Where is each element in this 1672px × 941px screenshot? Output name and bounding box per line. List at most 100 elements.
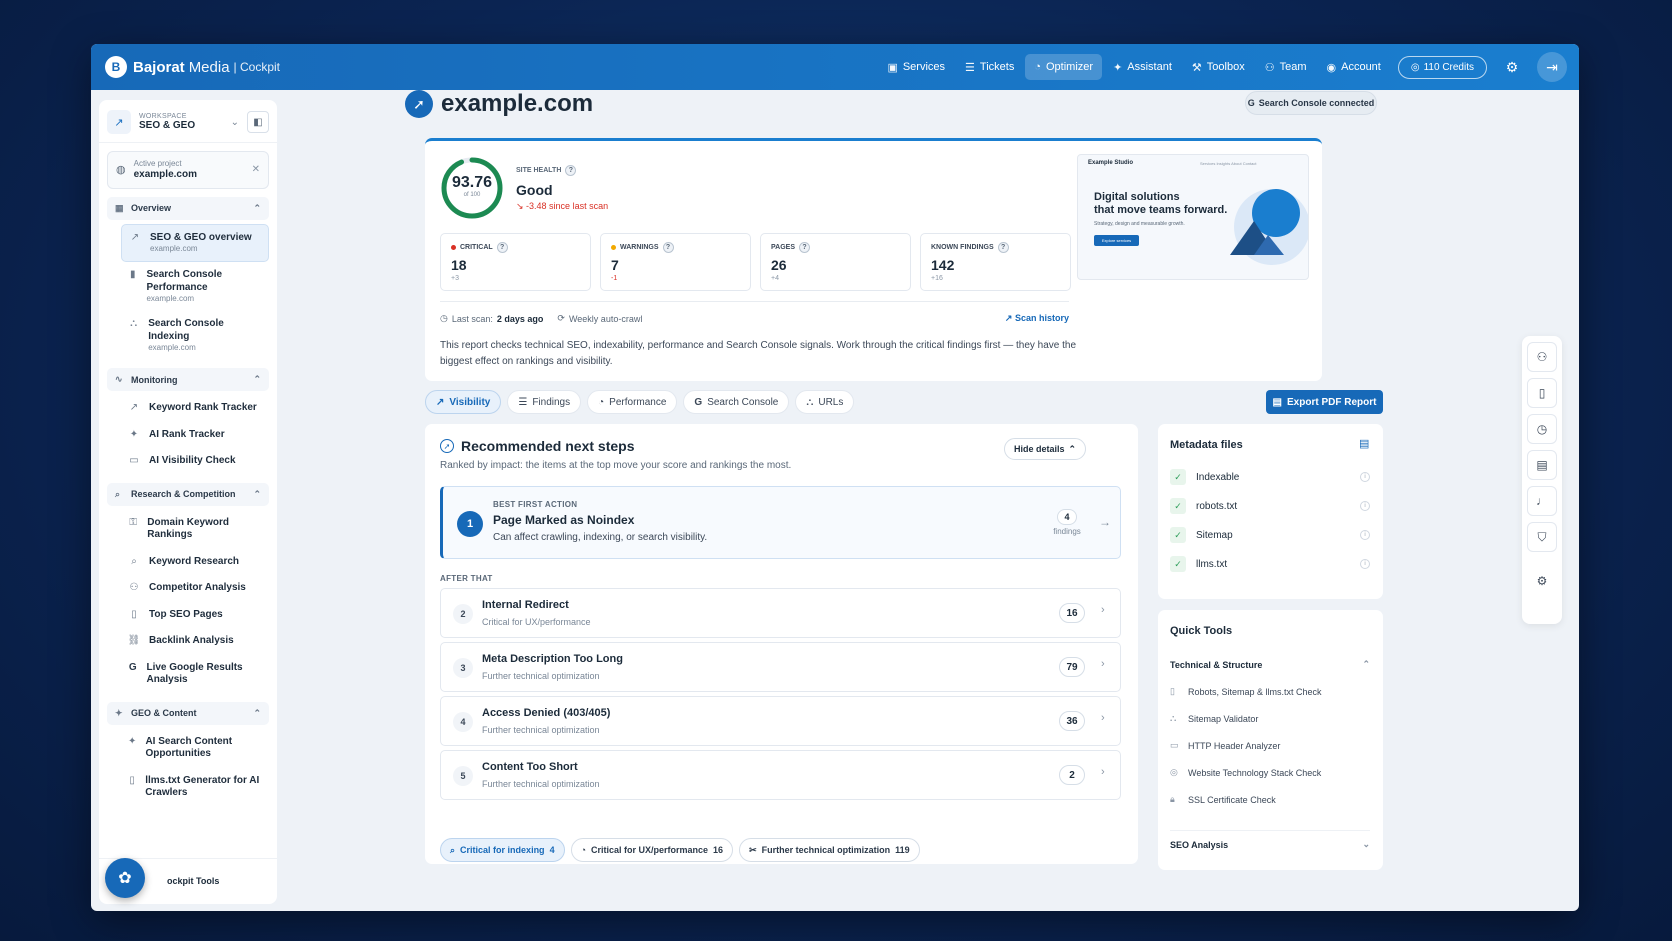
sidebar-footer-label[interactable]: ockpit Tools xyxy=(167,876,219,886)
tool-label: Robots, Sitemap & llms.txt Check xyxy=(1188,686,1322,697)
sidebar-item-backlink-analysis[interactable]: ⛓ Backlink Analysis xyxy=(121,628,269,655)
section-monitoring[interactable]: ∿ Monitoring ⌃ xyxy=(107,368,269,392)
info-icon[interactable]: i xyxy=(1360,472,1370,482)
stat-value: 26 xyxy=(771,257,787,273)
help-icon[interactable]: ? xyxy=(662,242,674,253)
sidebar-item-seo-geo-overview[interactable]: ↗ SEO & GEO overview example.com xyxy=(121,223,269,263)
settings-icon[interactable]: ⚙ xyxy=(1497,52,1527,82)
close-icon[interactable]: ✕ xyxy=(252,164,260,175)
info-icon[interactable]: i xyxy=(1360,530,1370,540)
nav-account[interactable]: ◉ Account xyxy=(1318,54,1390,81)
brand[interactable]: B Bajorat Media | Cockpit xyxy=(105,56,280,78)
row-sub: Further technical optimization xyxy=(482,779,600,789)
stat-known-findings[interactable]: KNOWN FINDINGS? 142 +16 xyxy=(920,233,1071,291)
nav-assistant[interactable]: ✦ Assistant xyxy=(1104,54,1181,81)
section-overview[interactable]: ▦ Overview ⌃ xyxy=(107,196,269,220)
main-nav: ▣ Services ☰ Tickets ◔ Optimizer ✦ Assistant… xyxy=(876,44,1579,90)
tickets-icon: ☰ xyxy=(965,61,975,74)
help-icon[interactable]: ? xyxy=(496,242,508,253)
active-project[interactable]: ◍ Active project example.com ✕ xyxy=(107,151,269,189)
sidebar-item-live-google-results[interactable]: G Live Google Results Analysis xyxy=(121,655,269,694)
after-that-label: AFTER THAT xyxy=(440,574,493,583)
group-seo-analysis[interactable]: SEO Analysis ⌄ xyxy=(1170,830,1370,850)
sidebar-item-keyword-research[interactable]: ⌕ Keyword Research xyxy=(121,549,269,576)
filter-further-optimization[interactable]: ✂ Further technical optimization 119 xyxy=(739,838,920,862)
section-research[interactable]: ⌕ Research & Competition ⌃ xyxy=(107,482,269,506)
google-icon: G xyxy=(1247,98,1255,108)
tab-findings[interactable]: ☰ Findings xyxy=(507,390,582,414)
info-icon[interactable]: i xyxy=(1360,501,1370,511)
export-pdf-button[interactable]: ▤ Export PDF Report xyxy=(1266,390,1383,414)
sidebar-item-competitor-analysis[interactable]: ⚇ Competitor Analysis xyxy=(121,575,269,602)
section-geo-content[interactable]: ✦ GEO & Content ⌃ xyxy=(107,701,269,725)
nav-services[interactable]: ▣ Services xyxy=(878,54,954,81)
credits-button[interactable]: ◎ 110 Credits xyxy=(1397,55,1487,79)
chart-icon: ↗ xyxy=(107,110,131,134)
tab-visibility[interactable]: ↗ Visibility xyxy=(425,390,502,414)
stat-critical[interactable]: CRITICAL? 18 +3 xyxy=(440,233,591,291)
stat-pages[interactable]: PAGES? 26 +4 xyxy=(760,233,911,291)
timer-icon[interactable]: ◷ xyxy=(1527,414,1557,444)
hide-details-button[interactable]: Hide details ⌃ xyxy=(1004,438,1086,460)
last-scan-label: Last scan: xyxy=(451,313,493,324)
trend-icon: ↗ xyxy=(1004,313,1015,323)
chevron-down-icon[interactable]: ⌄ xyxy=(231,117,239,128)
cookie-icon[interactable]: ✿ xyxy=(105,858,145,898)
sidebar-item-search-console-indexing[interactable]: ⛬ Search Console Indexing example.com xyxy=(121,311,269,360)
nav-toolbox[interactable]: ⚒ Toolbox xyxy=(1183,54,1254,81)
report-icon[interactable]: ▤ xyxy=(1527,450,1557,480)
list-item[interactable]: 5 Content Too Short Further technical opti… xyxy=(440,750,1121,800)
brand-logo-icon: B xyxy=(105,56,127,78)
tab-urls[interactable]: ⛬ URLs xyxy=(795,390,855,414)
tool-http-header[interactable]: ▭ HTTP Header Analyzer xyxy=(1170,740,1280,751)
best-first-action[interactable]: 1 BEST FIRST ACTION Page Marked as Noind… xyxy=(440,486,1121,559)
sidebar-item-search-console-performance[interactable]: ▮ Search Console Performance example.com xyxy=(121,262,269,311)
help-icon[interactable]: ? xyxy=(997,242,1009,253)
filter-critical-ux[interactable]: ◔ Critical for UX/performance 16 xyxy=(570,838,734,862)
site-preview-thumbnail[interactable]: Example Studio Services Insights About C… xyxy=(1077,154,1309,280)
users-icon: ⚇ xyxy=(129,582,139,594)
shield-icon[interactable]: ⛉ xyxy=(1527,522,1557,552)
sidebar-item-ai-rank-tracker[interactable]: ✦ AI Rank Tracker xyxy=(121,422,269,449)
group-technical-structure[interactable]: Technical & Structure ⌃ xyxy=(1170,659,1370,670)
grid-icon: ▦ xyxy=(115,202,124,213)
info-icon[interactable]: i xyxy=(1360,559,1370,569)
quick-tools-card: Quick Tools Technical & Structure ⌃ ▯ Robo… xyxy=(1158,610,1383,870)
sparkle-icon: ✦ xyxy=(129,428,139,440)
search-console-badge[interactable]: G Search Console connected xyxy=(1245,91,1377,115)
tool-robots-check[interactable]: ▯ Robots, Sitemap & llms.txt Check xyxy=(1170,686,1322,697)
nav-optimizer[interactable]: ◔ Optimizer xyxy=(1025,54,1103,80)
sidebar-item-top-seo-pages[interactable]: ▯ Top SEO Pages xyxy=(121,602,269,629)
workspace-switcher[interactable]: ↗ WORKSPACE SEO & GEO ⌄ ◧ xyxy=(99,100,277,143)
nav-team[interactable]: ⚇ Team xyxy=(1256,54,1316,81)
list-item[interactable]: 4 Access Denied (403/405) Further technica… xyxy=(440,696,1121,746)
help-icon[interactable]: ? xyxy=(799,242,810,253)
collapse-sidebar-button[interactable]: ◧ xyxy=(247,111,269,133)
tab-label: Performance xyxy=(609,396,667,408)
list-item[interactable]: 2 Internal Redirect Critical for UX/perfor… xyxy=(440,588,1121,638)
stat-warnings[interactable]: WARNINGS? 7 -1 xyxy=(600,233,751,291)
help-icon[interactable]: ? xyxy=(565,165,577,176)
tab-performance[interactable]: ◔ Performance xyxy=(587,390,678,414)
scan-history-link[interactable]: ↗ Scan history xyxy=(1005,313,1069,324)
users-icon[interactable]: ⚇ xyxy=(1527,342,1557,372)
gear-icon[interactable]: ⚙ xyxy=(1527,566,1557,596)
tool-ssl-check[interactable]: 🔒︎ SSL Certificate Check xyxy=(1170,794,1276,805)
microphone-icon[interactable]: ♩ xyxy=(1527,486,1557,516)
nav-tickets[interactable]: ☰ Tickets xyxy=(956,54,1023,81)
clipboard-icon[interactable]: ▤ xyxy=(1359,437,1369,450)
tool-sitemap-validator[interactable]: ⛬ Sitemap Validator xyxy=(1170,713,1258,724)
logout-icon[interactable]: ⇥ xyxy=(1537,52,1567,82)
tab-search-console[interactable]: G Search Console xyxy=(683,390,790,414)
sidebar-item-ai-search-content[interactable]: ✦ AI Search Content Opportunities xyxy=(121,729,269,768)
sidebar-item-domain-keyword-rankings[interactable]: ⚿ Domain Keyword Rankings xyxy=(121,510,269,549)
stat-delta: +16 xyxy=(931,275,943,282)
chip-label: Critical for UX/performance xyxy=(591,845,709,855)
sidebar-item-ai-visibility-check[interactable]: ▭ AI Visibility Check xyxy=(121,448,269,475)
sidebar-item-llms-generator[interactable]: ▯ llms.txt Generator for AI Crawlers xyxy=(121,768,269,807)
document-icon[interactable]: ▯ xyxy=(1527,378,1557,408)
tool-tech-stack[interactable]: ◎ Website Technology Stack Check xyxy=(1170,767,1321,778)
filter-critical-indexing[interactable]: ⌕ Critical for indexing 4 xyxy=(440,838,565,862)
sidebar-item-keyword-rank-tracker[interactable]: ↗ Keyword Rank Tracker xyxy=(121,395,269,422)
list-item[interactable]: 3 Meta Description Too Long Further techni… xyxy=(440,642,1121,692)
